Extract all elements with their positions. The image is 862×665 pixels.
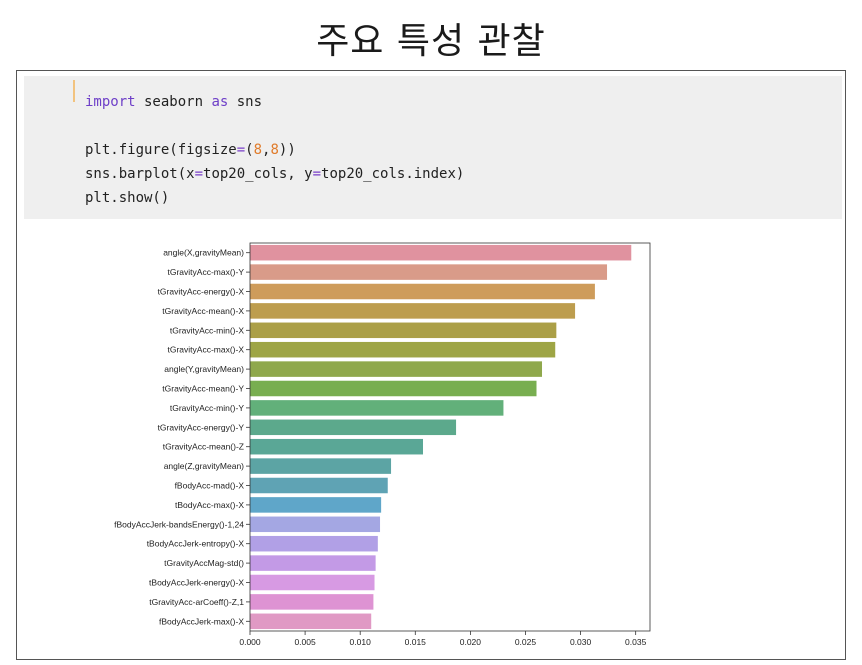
y-tick-label: fBodyAccJerk-bandsEnergy()-1,24 xyxy=(114,519,244,529)
bar xyxy=(250,380,537,397)
y-tick-label: tGravityAcc-min()-X xyxy=(170,325,244,335)
x-tick-label: 0.025 xyxy=(515,637,537,647)
y-tick-label: angle(Z,gravityMean) xyxy=(164,461,244,471)
y-tick-label: fBodyAccJerk-max()-X xyxy=(159,616,244,626)
bar xyxy=(250,438,424,455)
bar xyxy=(250,535,378,552)
bar xyxy=(250,497,382,513)
y-tick-label: tGravityAcc-min()-Y xyxy=(170,403,244,413)
y-tick-label: tGravityAcc-energy()-Y xyxy=(158,422,245,432)
code-line-1: import seaborn as sns xyxy=(85,94,262,110)
y-tick-label: angle(X,gravityMean) xyxy=(163,248,244,258)
y-tick-label: tBodyAccJerk-energy()-X xyxy=(149,578,244,588)
y-tick-label: tBodyAcc-max()-X xyxy=(175,500,244,510)
x-tick-label: 0.005 xyxy=(294,637,316,647)
keyword-as: as xyxy=(211,94,229,110)
cell-cursor-bar xyxy=(73,80,75,102)
bar xyxy=(250,555,376,571)
x-tick-label: 0.000 xyxy=(239,637,261,647)
code-line-3: plt.figure(figsize=(8,8)) xyxy=(85,142,296,158)
y-tick-label: tBodyAccJerk-entropy()-X xyxy=(147,539,245,549)
x-tick-label: 0.030 xyxy=(570,637,592,647)
bar xyxy=(250,458,392,474)
y-tick-label: tGravityAcc-max()-X xyxy=(168,345,245,355)
bar xyxy=(250,322,557,339)
y-tick-label: fBodyAcc-mad()-X xyxy=(175,481,245,491)
bar xyxy=(250,419,457,436)
y-tick-label: tGravityAccMag-std() xyxy=(164,558,244,568)
y-tick-label: tGravityAcc-energy()-X xyxy=(158,287,245,297)
bar xyxy=(250,283,595,300)
y-tick-label: tGravityAcc-mean()-Z xyxy=(163,442,244,452)
bar xyxy=(250,477,388,494)
x-tick-label: 0.015 xyxy=(405,637,427,647)
y-tick-label: tGravityAcc-mean()-Y xyxy=(162,384,244,394)
bar xyxy=(250,594,374,610)
alias-name: sns xyxy=(228,94,263,110)
x-tick-label: 0.020 xyxy=(460,637,482,647)
bar xyxy=(250,574,375,591)
code-cell[interactable]: import seaborn as sns plt.figure(figsize… xyxy=(24,76,842,219)
barplot-chart: angle(X,gravityMean) tGravityAcc-max()-Y t… xyxy=(114,242,651,647)
y-tick-label: tGravityAcc-max()-Y xyxy=(168,267,245,277)
bar xyxy=(250,613,372,630)
code-line-5: plt.show() xyxy=(85,190,170,206)
x-tick-label: 0.010 xyxy=(350,637,372,647)
keyword-import: import xyxy=(85,94,136,110)
bar xyxy=(250,264,608,280)
slide-title: 주요 특성 관찰 xyxy=(316,21,546,62)
module-name: seaborn xyxy=(135,94,212,110)
bar xyxy=(250,341,556,358)
bar xyxy=(250,244,632,261)
bar xyxy=(250,400,504,416)
y-tick-label: angle(Y,gravityMean) xyxy=(164,364,244,374)
x-tick-label: 0.035 xyxy=(625,637,647,647)
code-editor[interactable]: import seaborn as sns plt.figure(figsize… xyxy=(85,90,464,210)
bar xyxy=(250,361,543,377)
y-tick-label: tGravityAcc-arCoeff()-Z,1 xyxy=(149,597,244,607)
bar xyxy=(250,303,576,319)
plot-area-border xyxy=(249,242,651,632)
bar xyxy=(250,516,381,533)
y-tick-label: tGravityAcc-mean()-X xyxy=(162,306,244,316)
code-line-4: sns.barplot(x=top20_cols, y=top20_cols.i… xyxy=(85,166,465,182)
